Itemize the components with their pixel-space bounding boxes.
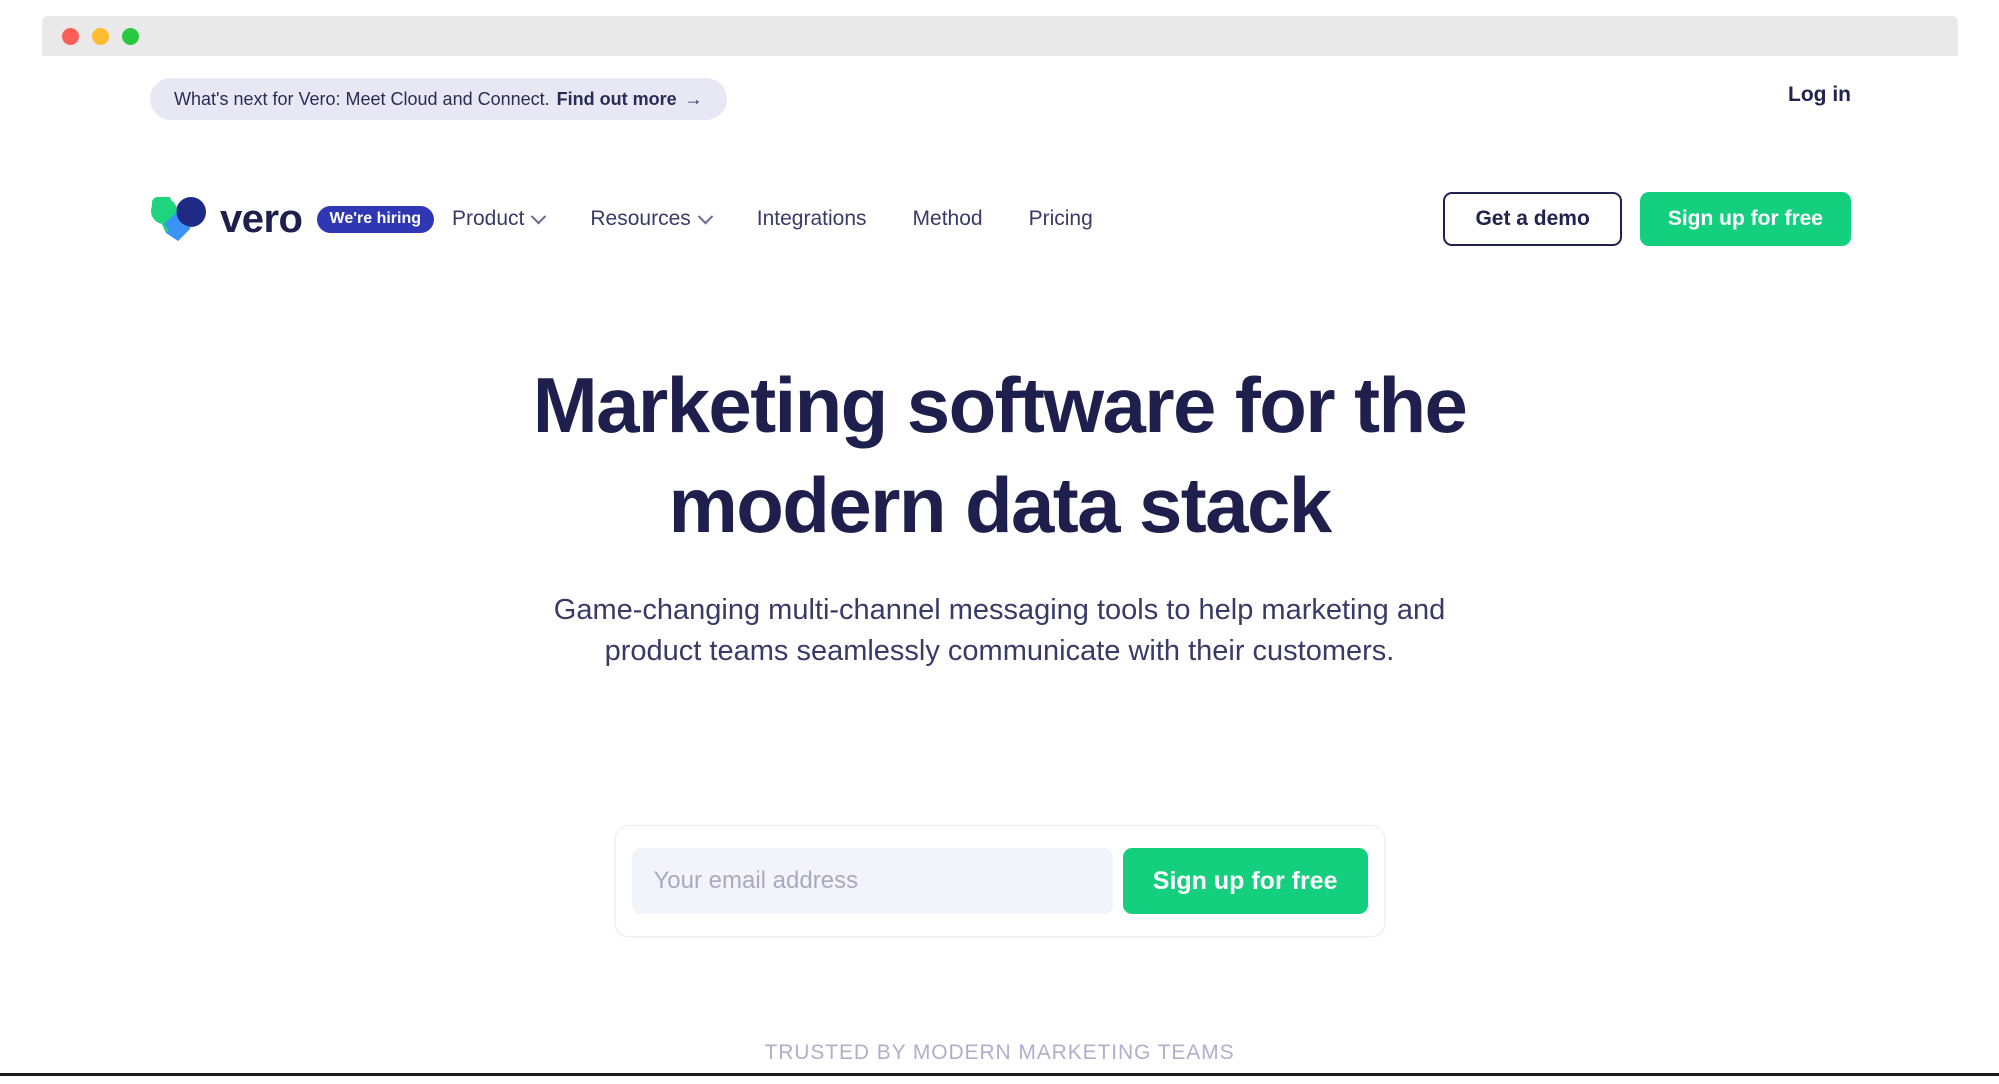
nav-item-pricing[interactable]: Pricing [1029, 207, 1093, 231]
nav-item-integrations[interactable]: Integrations [757, 207, 867, 231]
hiring-badge[interactable]: We're hiring [316, 205, 435, 233]
nav-item-integrations-label: Integrations [756, 207, 867, 230]
close-window-button[interactable] [62, 27, 79, 45]
hero-section: Marketing software for the modern data s… [0, 366, 1999, 672]
email-input[interactable] [631, 848, 1113, 914]
nav-links: Product Resources Integrations Method Pr… [452, 188, 1093, 250]
announcement-cta-label: Find out more [556, 88, 677, 109]
browser-titlebar [42, 16, 1958, 56]
arrow-right-icon: → [684, 88, 703, 109]
nav-item-product[interactable]: Product [452, 207, 547, 231]
signup-form: Sign up for free [614, 825, 1385, 937]
social-proof-label: TRUSTED BY MODERN MARKETING TEAMS [764, 1041, 1235, 1064]
announcement-banner[interactable]: What's next for Vero: Meet Cloud and Con… [150, 78, 727, 120]
minimize-window-button[interactable] [92, 27, 109, 45]
maximize-window-button[interactable] [122, 27, 139, 45]
header-signup-button[interactable]: Sign up for free [1639, 192, 1851, 246]
page-bottom-rule [0, 1073, 1999, 1076]
nav-item-pricing-label: Pricing [1028, 207, 1093, 230]
announcement-text: What's next for Vero: Meet Cloud and Con… [174, 88, 550, 109]
brand-wordmark: vero [220, 197, 303, 241]
top-utility-bar: What's next for Vero: Meet Cloud and Con… [0, 78, 1999, 124]
signup-submit-button[interactable]: Sign up for free [1122, 848, 1368, 914]
announcement-cta[interactable]: Find out more → [557, 89, 703, 110]
browser-window: What's next for Vero: Meet Cloud and Con… [0, 0, 1999, 1084]
brand-logo[interactable]: vero We're hiring [150, 188, 435, 250]
chevron-down-icon [531, 208, 547, 224]
nav-item-method-label: Method [912, 207, 983, 230]
nav-item-resources[interactable]: Resources [590, 207, 714, 231]
headline-line-1: Marketing software for the [532, 361, 1468, 449]
page-content: What's next for Vero: Meet Cloud and Con… [0, 56, 1999, 1076]
nav-item-resources-label: Resources [590, 207, 691, 230]
chevron-down-icon [697, 208, 714, 224]
login-link[interactable]: Log in [1788, 83, 1851, 107]
hero-subheading: Game-changing multi-channel messaging to… [553, 594, 1446, 668]
nav-item-product-label: Product [452, 207, 525, 230]
hero-headline: Marketing software for the modern data s… [0, 366, 1999, 544]
header-actions: Get a demo Sign up for free [1443, 188, 1851, 250]
main-navigation: vero We're hiring Product Resources Inte… [0, 188, 1999, 250]
get-a-demo-button[interactable]: Get a demo [1443, 192, 1622, 246]
vero-logo-icon [151, 197, 206, 241]
headline-line-2: modern data stack [668, 461, 1332, 549]
nav-item-method[interactable]: Method [913, 207, 983, 231]
